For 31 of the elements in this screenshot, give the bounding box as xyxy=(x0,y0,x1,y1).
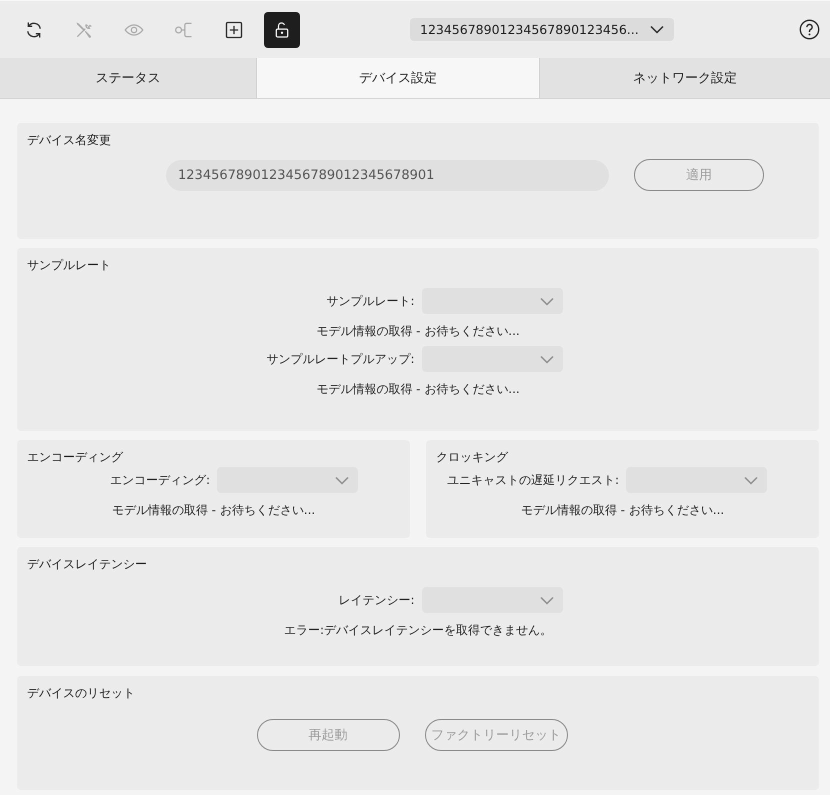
panel-title: エンコーディング xyxy=(27,449,123,465)
chevron-down-icon xyxy=(744,476,758,484)
device-select[interactable]: 12345678901234567890123456... xyxy=(410,18,674,41)
panel-title: デバイス名変更 xyxy=(27,132,111,148)
status-message: エラー:デバイスレイテンシーを取得できません。 xyxy=(284,622,552,639)
field-label: レイテンシー: xyxy=(338,592,414,608)
name-input-field[interactable]: 1234567890123456789012345678901 xyxy=(166,160,609,190)
panel-title: デバイスレイテンシー xyxy=(27,556,147,572)
status-message: モデル情報の取得 - お待ちください... xyxy=(316,381,520,398)
panel-title: デバイスのリセット xyxy=(27,685,135,701)
field-label: サンプルレートプルアップ: xyxy=(266,350,414,368)
panel-title: サンプルレート xyxy=(27,257,111,273)
chevron-down-icon xyxy=(335,476,349,484)
padlock-icon xyxy=(275,22,289,38)
status-message: モデル情報の取得 - お待ちください... xyxy=(316,323,520,340)
field-label: ユニキャストの遅延リクエスト: xyxy=(446,472,619,488)
chevron-down-icon xyxy=(540,596,554,604)
plus-square-icon[interactable] xyxy=(224,20,244,40)
lock-button[interactable] xyxy=(264,12,300,48)
status-message: モデル情報の取得 - お待ちください... xyxy=(112,502,316,519)
chevron-down-icon xyxy=(540,296,554,306)
panel-title: クロッキング xyxy=(436,449,508,465)
status-message: モデル情報の取得 - お待ちください... xyxy=(520,502,724,519)
field-label: サンプルレート: xyxy=(326,292,414,310)
tab[interactable]: ステータス xyxy=(0,58,257,98)
chevron-down-icon xyxy=(540,354,554,364)
refresh-icon[interactable] xyxy=(24,20,44,40)
field-label: エンコーディング: xyxy=(110,472,210,488)
help-icon[interactable] xyxy=(799,19,820,40)
chevron-down-icon xyxy=(650,25,664,34)
tab[interactable]: ネットワーク設定 xyxy=(540,58,830,98)
